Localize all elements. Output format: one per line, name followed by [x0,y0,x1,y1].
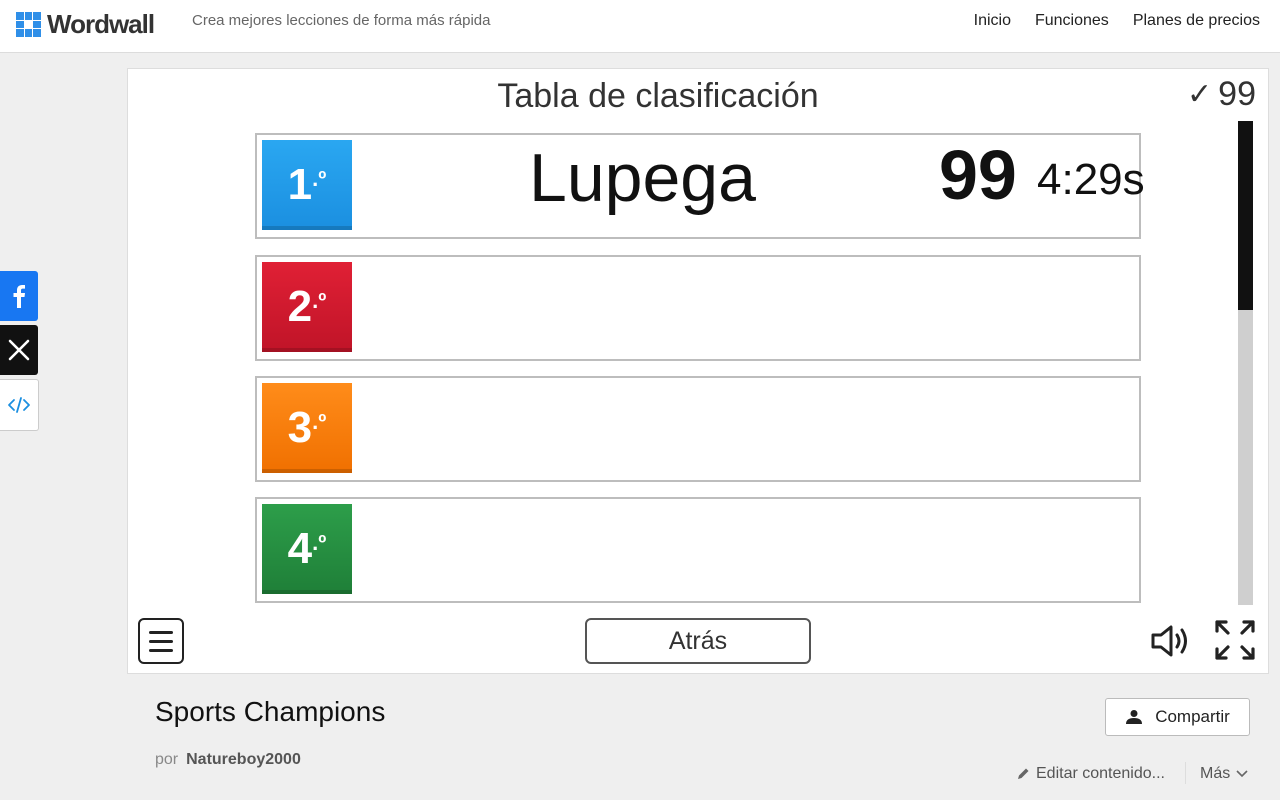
rank-badge-1: 1 .º [262,140,352,230]
sound-button[interactable] [1149,621,1193,661]
rank-badge-4: 4 .º [262,504,352,594]
back-button[interactable]: Atrás [585,618,811,664]
rank-badge-2: 2 .º [262,262,352,352]
score-counter: ✓ 99 [1187,75,1256,114]
share-embed-button[interactable] [0,379,39,431]
pencil-icon [1018,768,1029,779]
rank-number: 1 [287,160,313,209]
leaderboard-row-3: 3 .º [255,376,1141,482]
main-nav: Inicio Funciones Planes de precios [974,12,1260,30]
embed-icon [8,397,30,413]
top-bar: Wordwall Crea mejores lecciones de forma… [0,0,1280,53]
more-label: Más [1200,765,1231,782]
rank-suffix: .º [312,288,327,313]
fullscreen-button[interactable] [1214,619,1256,661]
rank-suffix: .º [312,166,327,191]
check-icon: ✓ [1187,78,1213,111]
rank-suffix: .º [312,409,327,434]
wordwall-logo[interactable]: Wordwall [16,9,155,40]
rank-suffix: .º [312,530,327,555]
logo-text: Wordwall [47,9,155,39]
leaderboard-title: Tabla de clasificación [497,77,819,115]
author-name[interactable]: Natureboy2000 [186,751,301,768]
progress-bar [1238,121,1253,605]
nav-item-planes-de-precios[interactable]: Planes de precios [1133,12,1260,30]
score-total: 99 [1218,75,1256,113]
player-name: Lupega [529,140,756,216]
leaderboard-row-4: 4 .º [255,497,1141,603]
speaker-icon [1151,625,1187,657]
leaderboard-row-2: 2 .º [255,255,1141,361]
facebook-icon [13,285,25,308]
rank-number: 4 [287,524,313,573]
divider [1185,762,1186,784]
game-frame: Tabla de clasificación ✓ 99 1 .º Lupega 9… [127,68,1269,674]
rank-badge-3: 3 .º [262,383,352,473]
tagline: Crea mejores lecciones de forma más rápi… [192,12,491,29]
share-button[interactable]: Compartir [1105,698,1250,736]
x-icon [8,339,30,361]
user-icon [1126,710,1143,724]
logo-mark-icon [16,12,41,37]
progress-fill [1238,121,1253,310]
author-by-label: por [155,751,179,768]
edit-content-label: Editar contenido... [1036,765,1165,782]
share-x-button[interactable] [0,325,38,375]
activity-title: Sports Champions [155,696,386,727]
rank-number: 3 [287,403,313,452]
share-facebook-button[interactable] [0,271,38,321]
share-label: Compartir [1155,707,1230,726]
chevron-down-icon [1236,770,1248,778]
author-line: por Natureboy2000 [155,751,301,769]
menu-button[interactable] [138,618,184,664]
rank-number: 2 [287,282,313,331]
edit-content-link[interactable]: Editar contenido... [1016,765,1165,783]
leaderboard-row-1: 1 .º Lupega 99 4:29s [255,133,1145,239]
nav-item-inicio[interactable]: Inicio [974,12,1011,30]
player-time: 4:29s [1037,155,1145,204]
fullscreen-icon [1215,620,1255,660]
more-dropdown[interactable]: Más [1200,765,1248,783]
nav-item-funciones[interactable]: Funciones [1035,12,1109,30]
player-score: 99 [939,136,1017,214]
